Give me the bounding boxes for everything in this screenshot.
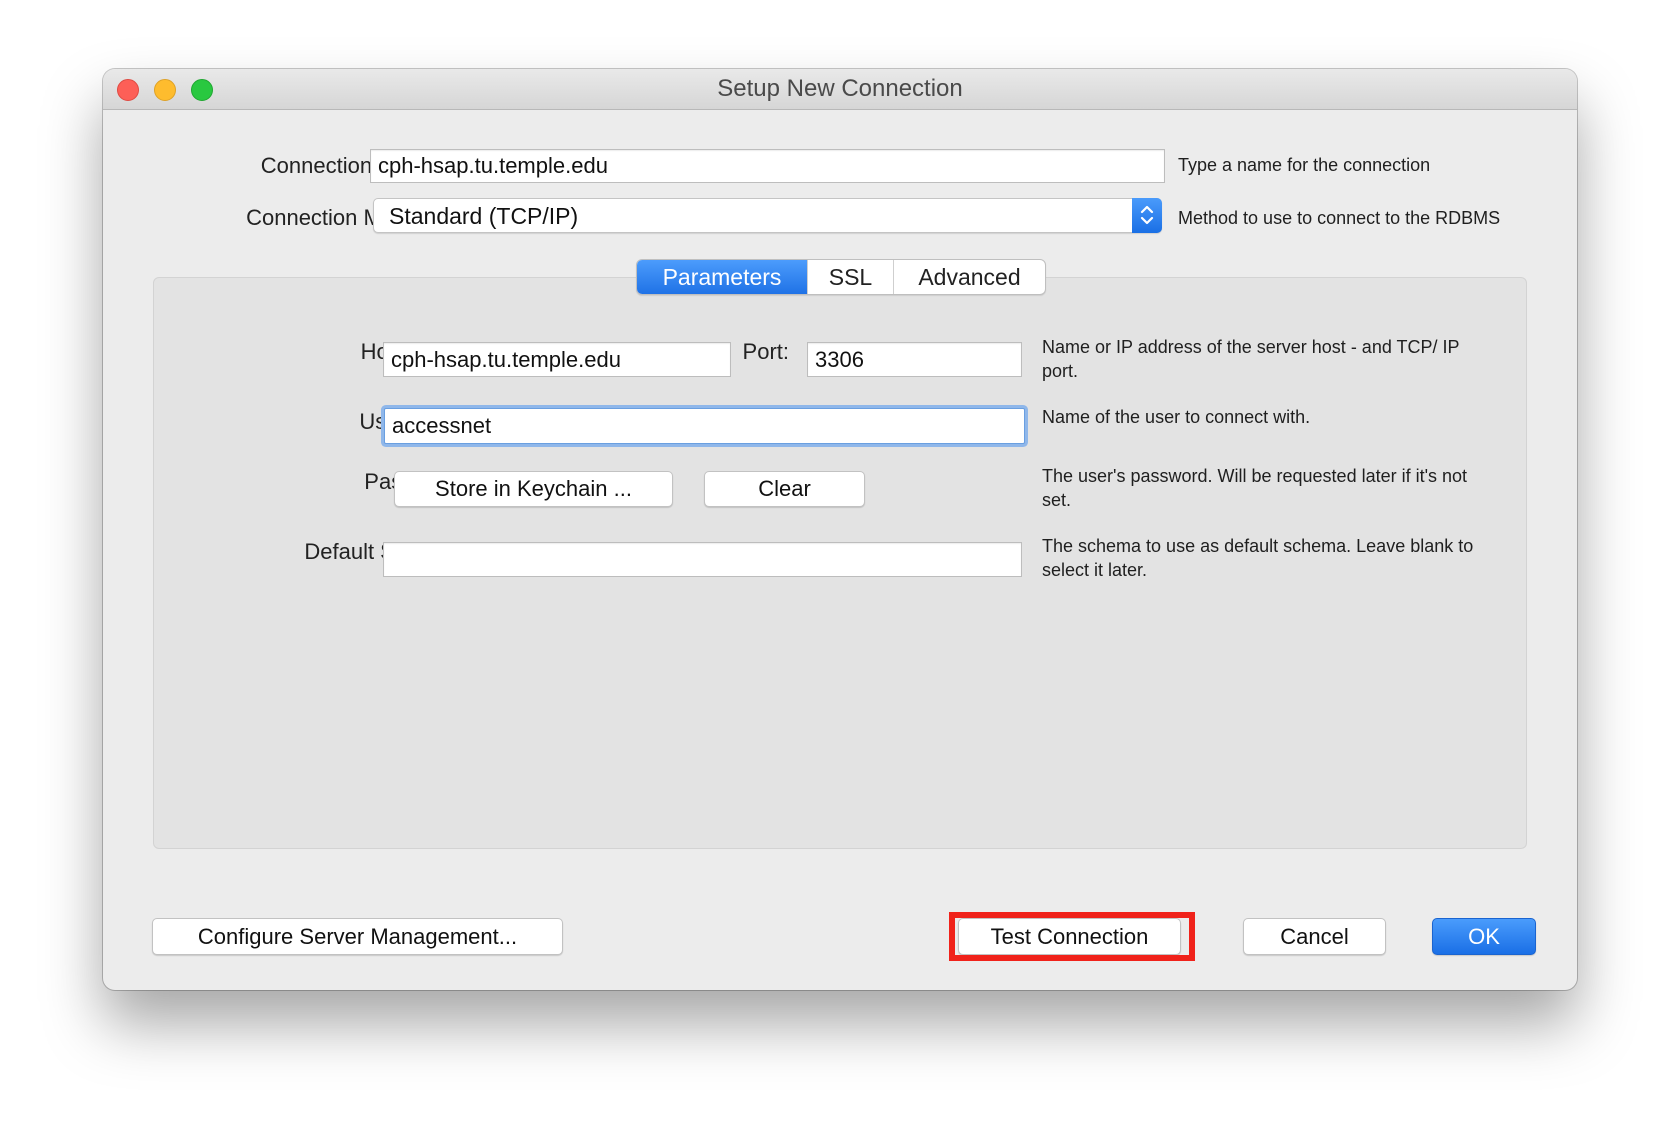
close-window-button[interactable]: [117, 79, 139, 101]
chevron-updown-icon[interactable]: [1132, 198, 1162, 233]
highlight-annotation: [949, 912, 1195, 961]
password-hint: The user's password. Will be requested l…: [1042, 466, 1468, 510]
tab-parameters[interactable]: Parameters: [637, 260, 807, 294]
tab-advanced[interactable]: Advanced: [893, 260, 1045, 294]
minimize-window-button[interactable]: [154, 79, 176, 101]
connection-method-hint: Method to use to connect to the RDBMS: [1178, 208, 1501, 228]
hostname-hint: Name or IP address of the server host - …: [1042, 337, 1460, 381]
tab-ssl[interactable]: SSL: [807, 260, 893, 294]
clear-password-button[interactable]: Clear: [704, 471, 865, 507]
connection-name-input[interactable]: cph-hsap.tu.temple.edu: [370, 149, 1165, 183]
tab-bar: Parameters SSL Advanced: [636, 259, 1046, 295]
username-input[interactable]: accessnet: [384, 408, 1025, 444]
ok-button[interactable]: OK: [1432, 918, 1536, 955]
default-schema-hint: The schema to use as default schema. Lea…: [1042, 536, 1474, 580]
port-input[interactable]: 3306: [807, 342, 1022, 377]
username-hint: Name of the user to connect with.: [1042, 407, 1311, 427]
hostname-input[interactable]: cph-hsap.tu.temple.edu: [383, 342, 731, 377]
window-title: Setup New Connection: [717, 75, 963, 102]
cancel-button[interactable]: Cancel: [1243, 918, 1386, 955]
zoom-window-button[interactable]: [191, 79, 213, 101]
title-bar[interactable]: Setup New Connection: [103, 69, 1577, 110]
default-schema-input[interactable]: [383, 542, 1022, 577]
store-in-keychain-button[interactable]: Store in Keychain ...: [394, 471, 673, 507]
connection-method-select[interactable]: Standard (TCP/IP): [373, 198, 1162, 233]
connection-name-hint: Type a name for the connection: [1178, 155, 1431, 175]
configure-server-management-button[interactable]: Configure Server Management...: [152, 918, 563, 955]
connection-method-value: Standard (TCP/IP): [389, 203, 579, 229]
port-label: Port:: [742, 339, 789, 364]
setup-connection-dialog: Setup New Connection Connection Name: cp…: [103, 69, 1577, 990]
